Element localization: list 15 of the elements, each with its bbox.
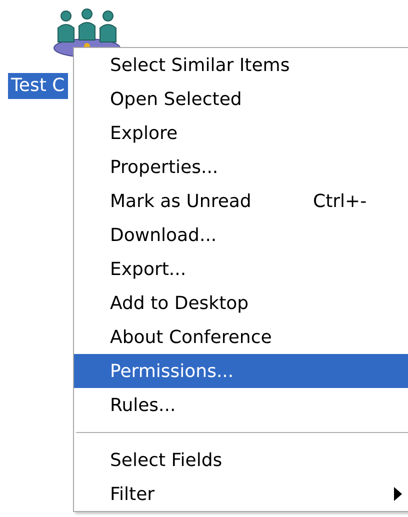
- menu-item[interactable]: Permissions...: [74, 354, 408, 388]
- menu-item[interactable]: Select Fields: [74, 443, 408, 477]
- icon-label[interactable]: Test C: [8, 73, 68, 99]
- menu-item[interactable]: Filter: [74, 477, 408, 511]
- menu-item[interactable]: Download...: [74, 218, 408, 252]
- menu-item[interactable]: About Conference: [74, 320, 408, 354]
- menu-item[interactable]: Mark as Unread Ctrl+-: [74, 184, 408, 218]
- menu-item[interactable]: Export...: [74, 252, 408, 286]
- menu-item[interactable]: Select Similar Items: [74, 48, 408, 82]
- menu-item[interactable]: Explore: [74, 116, 408, 150]
- menu-item[interactable]: Properties...: [74, 150, 408, 184]
- submenu-arrow-icon: [394, 487, 402, 501]
- menu-item[interactable]: Open Selected: [74, 82, 408, 116]
- menu-item[interactable]: Add to Desktop: [74, 286, 408, 320]
- menu-item[interactable]: Rules...: [74, 388, 408, 422]
